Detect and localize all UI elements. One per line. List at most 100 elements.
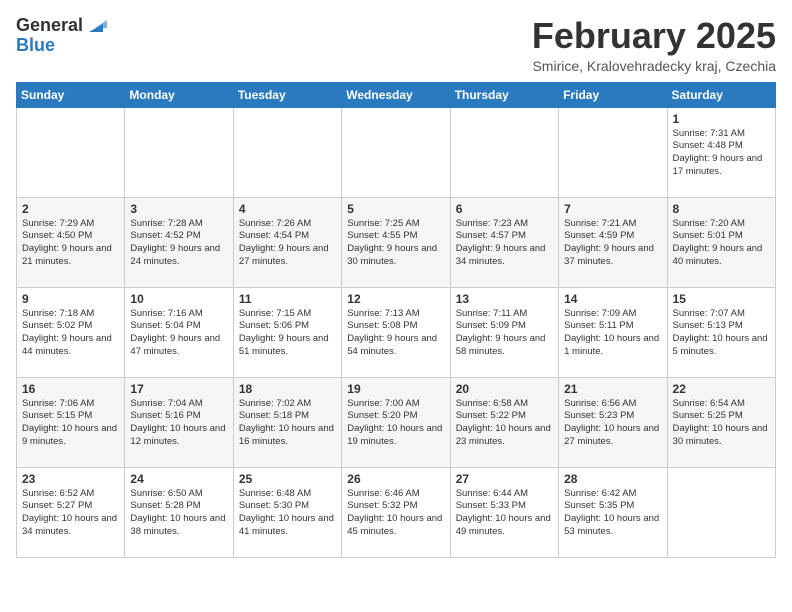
logo-icon — [85, 14, 107, 36]
day-info: Sunrise: 7:20 AM Sunset: 5:01 PM Dayligh… — [673, 218, 770, 269]
calendar-cell: 14 Sunrise: 7:09 AM Sunset: 5:11 PM Dayli… — [559, 287, 667, 377]
weekday-header-friday: Friday — [559, 82, 667, 107]
calendar-cell: 24Sunrise: 6:50 AM Sunset: 5:28 PM Dayli… — [125, 467, 233, 557]
weekday-header-thursday: Thursday — [450, 82, 558, 107]
day-number: 9 — [22, 292, 119, 306]
day-number: 2 — [22, 202, 119, 216]
day-info: Sunrise: 6:46 AM Sunset: 5:32 PM Dayligh… — [347, 488, 444, 539]
calendar-cell: 15Sunrise: 7:07 AM Sunset: 5:13 PM Dayli… — [667, 287, 775, 377]
calendar-cell: 16 Sunrise: 7:06 AM Sunset: 5:15 PM Dayli… — [17, 377, 125, 467]
day-number: 12 — [347, 292, 444, 306]
day-number: 21 — [564, 382, 661, 396]
calendar-cell: 10 Sunrise: 7:16 AM Sunset: 5:04 PM Dayli… — [125, 287, 233, 377]
logo-blue: Blue — [16, 35, 55, 55]
calendar-cell: 4 Sunrise: 7:26 AM Sunset: 4:54 PM Daylig… — [233, 197, 341, 287]
calendar-body: 1 Sunrise: 7:31 AM Sunset: 4:48 PM Daylig… — [17, 107, 776, 557]
day-info: Sunrise: 7:04 AM Sunset: 5:16 PM Dayligh… — [130, 398, 227, 449]
calendar-cell: 6Sunrise: 7:23 AM Sunset: 4:57 PM Daylig… — [450, 197, 558, 287]
day-info: Sunrise: 6:52 AM Sunset: 5:27 PM Dayligh… — [22, 488, 119, 539]
calendar-cell: 8 Sunrise: 7:20 AM Sunset: 5:01 PM Daylig… — [667, 197, 775, 287]
weekday-header-tuesday: Tuesday — [233, 82, 341, 107]
calendar-cell: 7 Sunrise: 7:21 AM Sunset: 4:59 PM Daylig… — [559, 197, 667, 287]
calendar-cell — [559, 107, 667, 197]
day-info: Sunrise: 6:48 AM Sunset: 5:30 PM Dayligh… — [239, 488, 336, 539]
day-number: 17 — [130, 382, 227, 396]
calendar-cell: 3 Sunrise: 7:28 AM Sunset: 4:52 PM Daylig… — [125, 197, 233, 287]
calendar-cell: 9 Sunrise: 7:18 AM Sunset: 5:02 PM Daylig… — [17, 287, 125, 377]
weekday-header-monday: Monday — [125, 82, 233, 107]
calendar-cell: 25 Sunrise: 6:48 AM Sunset: 5:30 PM Dayli… — [233, 467, 341, 557]
day-number: 8 — [673, 202, 770, 216]
day-info: Sunrise: 6:44 AM Sunset: 5:33 PM Dayligh… — [456, 488, 553, 539]
weekday-row: SundayMondayTuesdayWednesdayThursdayFrid… — [17, 82, 776, 107]
calendar-cell — [125, 107, 233, 197]
day-number: 6 — [456, 202, 553, 216]
day-number: 22 — [673, 382, 770, 396]
day-info: Sunrise: 7:11 AM Sunset: 5:09 PM Dayligh… — [456, 308, 553, 359]
calendar-cell: 11 Sunrise: 7:15 AM Sunset: 5:06 PM Dayli… — [233, 287, 341, 377]
day-info: Sunrise: 6:54 AM Sunset: 5:25 PM Dayligh… — [673, 398, 770, 449]
day-info: Sunrise: 7:18 AM Sunset: 5:02 PM Dayligh… — [22, 308, 119, 359]
day-info: Sunrise: 7:25 AM Sunset: 4:55 PM Dayligh… — [347, 218, 444, 269]
day-number: 3 — [130, 202, 227, 216]
week-row-3: 9 Sunrise: 7:18 AM Sunset: 5:02 PM Daylig… — [17, 287, 776, 377]
day-number: 24 — [130, 472, 227, 486]
day-number: 25 — [239, 472, 336, 486]
calendar-cell — [342, 107, 450, 197]
calendar-title: February 2025 — [532, 16, 776, 56]
day-info: Sunrise: 7:09 AM Sunset: 5:11 PM Dayligh… — [564, 308, 661, 359]
calendar-cell: 17 Sunrise: 7:04 AM Sunset: 5:16 PM Dayli… — [125, 377, 233, 467]
calendar-table: SundayMondayTuesdayWednesdayThursdayFrid… — [16, 82, 776, 558]
day-number: 10 — [130, 292, 227, 306]
calendar-cell: 22 Sunrise: 6:54 AM Sunset: 5:25 PM Dayli… — [667, 377, 775, 467]
day-number: 15 — [673, 292, 770, 306]
day-info: Sunrise: 7:29 AM Sunset: 4:50 PM Dayligh… — [22, 218, 119, 269]
day-number: 4 — [239, 202, 336, 216]
day-number: 5 — [347, 202, 444, 216]
day-info: Sunrise: 7:31 AM Sunset: 4:48 PM Dayligh… — [673, 128, 770, 179]
week-row-5: 23 Sunrise: 6:52 AM Sunset: 5:27 PM Dayli… — [17, 467, 776, 557]
day-number: 14 — [564, 292, 661, 306]
calendar-cell: 1 Sunrise: 7:31 AM Sunset: 4:48 PM Daylig… — [667, 107, 775, 197]
day-info: Sunrise: 7:16 AM Sunset: 5:04 PM Dayligh… — [130, 308, 227, 359]
day-info: Sunrise: 6:56 AM Sunset: 5:23 PM Dayligh… — [564, 398, 661, 449]
day-number: 11 — [239, 292, 336, 306]
calendar-subtitle: Smirice, Kralovehradecky kraj, Czechia — [532, 58, 776, 74]
logo-general: General — [16, 16, 83, 36]
calendar-cell: 27Sunrise: 6:44 AM Sunset: 5:33 PM Dayli… — [450, 467, 558, 557]
calendar-cell — [450, 107, 558, 197]
calendar-header: SundayMondayTuesdayWednesdayThursdayFrid… — [17, 82, 776, 107]
day-info: Sunrise: 7:15 AM Sunset: 5:06 PM Dayligh… — [239, 308, 336, 359]
day-info: Sunrise: 6:58 AM Sunset: 5:22 PM Dayligh… — [456, 398, 553, 449]
calendar-cell: 26 Sunrise: 6:46 AM Sunset: 5:32 PM Dayli… — [342, 467, 450, 557]
day-info: Sunrise: 7:00 AM Sunset: 5:20 PM Dayligh… — [347, 398, 444, 449]
calendar-cell: 19 Sunrise: 7:00 AM Sunset: 5:20 PM Dayli… — [342, 377, 450, 467]
calendar-cell: 28Sunrise: 6:42 AM Sunset: 5:35 PM Dayli… — [559, 467, 667, 557]
day-number: 23 — [22, 472, 119, 486]
calendar-cell: 21 Sunrise: 6:56 AM Sunset: 5:23 PM Dayli… — [559, 377, 667, 467]
day-info: Sunrise: 7:21 AM Sunset: 4:59 PM Dayligh… — [564, 218, 661, 269]
day-number: 1 — [673, 112, 770, 126]
calendar-cell: 20 Sunrise: 6:58 AM Sunset: 5:22 PM Dayli… — [450, 377, 558, 467]
day-info: Sunrise: 7:13 AM Sunset: 5:08 PM Dayligh… — [347, 308, 444, 359]
day-number: 7 — [564, 202, 661, 216]
calendar-cell — [233, 107, 341, 197]
week-row-4: 16 Sunrise: 7:06 AM Sunset: 5:15 PM Dayli… — [17, 377, 776, 467]
day-info: Sunrise: 7:02 AM Sunset: 5:18 PM Dayligh… — [239, 398, 336, 449]
calendar-cell: 18Sunrise: 7:02 AM Sunset: 5:18 PM Dayli… — [233, 377, 341, 467]
day-number: 26 — [347, 472, 444, 486]
day-number: 28 — [564, 472, 661, 486]
calendar-cell: 2 Sunrise: 7:29 AM Sunset: 4:50 PM Daylig… — [17, 197, 125, 287]
calendar-cell: 12 Sunrise: 7:13 AM Sunset: 5:08 PM Dayli… — [342, 287, 450, 377]
day-number: 16 — [22, 382, 119, 396]
weekday-header-saturday: Saturday — [667, 82, 775, 107]
day-info: Sunrise: 7:28 AM Sunset: 4:52 PM Dayligh… — [130, 218, 227, 269]
week-row-1: 1 Sunrise: 7:31 AM Sunset: 4:48 PM Daylig… — [17, 107, 776, 197]
day-info: Sunrise: 7:06 AM Sunset: 5:15 PM Dayligh… — [22, 398, 119, 449]
calendar-cell: 23 Sunrise: 6:52 AM Sunset: 5:27 PM Dayli… — [17, 467, 125, 557]
day-number: 20 — [456, 382, 553, 396]
day-number: 19 — [347, 382, 444, 396]
page-header: General Blue February 2025 Smirice, Kral… — [16, 16, 776, 74]
day-info: Sunrise: 7:26 AM Sunset: 4:54 PM Dayligh… — [239, 218, 336, 269]
calendar-cell: 13Sunrise: 7:11 AM Sunset: 5:09 PM Dayli… — [450, 287, 558, 377]
